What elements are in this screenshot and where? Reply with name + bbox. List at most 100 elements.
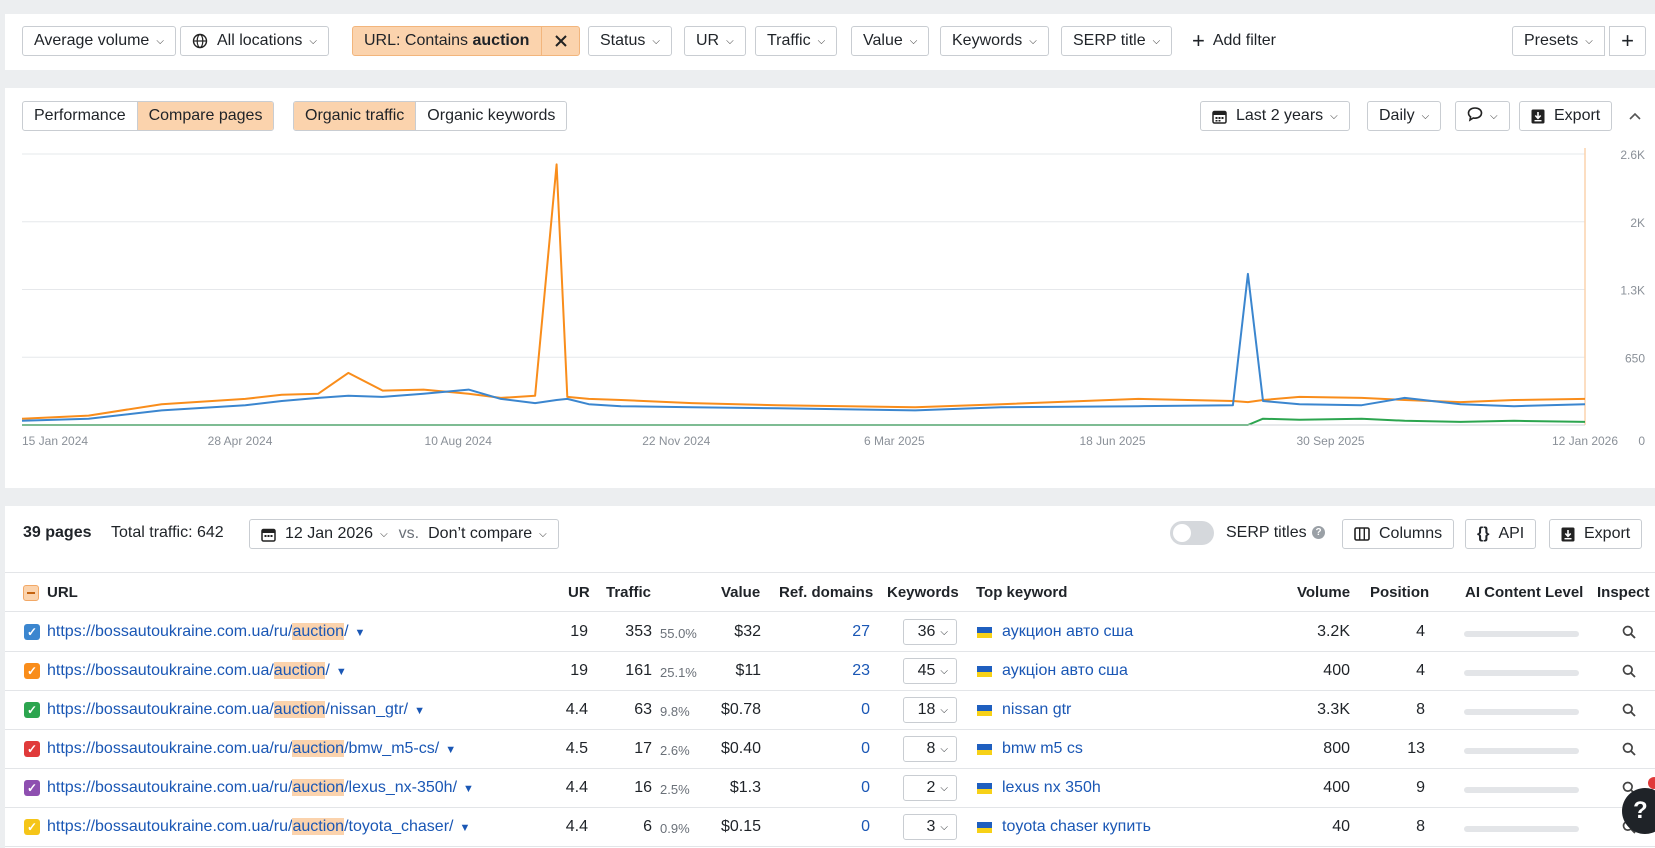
caret-down-icon[interactable]: ▼ [463,783,474,795]
top-keyword-link[interactable]: аукцион авто сша [1002,623,1133,641]
status-dropdown[interactable]: Status ⌵ [588,26,672,56]
caret-down-icon[interactable]: ▼ [445,744,456,756]
help-circle-icon[interactable]: ? [1312,526,1325,539]
close-icon[interactable] [541,27,579,55]
page-url-link[interactable]: https://bossautoukraine.com.ua/ru/auctio… [47,740,456,758]
search-icon[interactable] [1622,664,1636,683]
header-url[interactable]: URL [47,584,78,601]
keywords-dropdown[interactable]: 45 ⌵ [903,658,957,684]
row-checkbox[interactable]: ✓ [24,819,40,835]
header-volume[interactable]: Volume [1297,584,1350,601]
traffic-dropdown[interactable]: Traffic ⌵ [755,26,838,56]
y-tick-label: 1.3K [1620,284,1645,298]
columns-icon [1354,527,1370,541]
add-filter-button[interactable]: + Add filter [1192,30,1276,52]
select-all-checkbox[interactable] [23,585,39,601]
average-volume-dropdown[interactable]: Average volume ⌵ [22,26,176,56]
top-keyword-link[interactable]: bmw m5 cs [1002,740,1083,758]
annotations-dropdown[interactable]: ⌵ [1455,101,1510,131]
serp-title-dropdown[interactable]: SERP title ⌵ [1061,26,1173,56]
organic-keywords-tab[interactable]: Organic keywords [415,102,566,130]
header-keywords[interactable]: Keywords [887,584,959,601]
value-amount: $0.15 [720,818,761,835]
braces-icon: {} [1477,525,1490,542]
caret-down-icon[interactable]: ▼ [336,666,347,678]
ref-domains-link[interactable]: 27 [805,623,870,641]
ref-domains-link[interactable]: 0 [805,740,870,758]
row-checkbox[interactable]: ✓ [24,702,40,718]
page-url-link[interactable]: https://bossautoukraine.com.ua/ru/auctio… [47,779,474,797]
keywords-dropdown[interactable]: 3 ⌵ [903,814,957,840]
search-icon[interactable] [1622,703,1636,722]
header-value[interactable]: Value [721,584,760,601]
row-checkbox[interactable]: ✓ [24,741,40,757]
period-dropdown[interactable]: Last 2 years ⌵ [1200,101,1350,131]
compare-pages-tab[interactable]: Compare pages [136,102,274,130]
traffic-value: 161 [625,662,652,679]
serp-titles-toggle[interactable] [1170,521,1214,545]
organic-traffic-tab[interactable]: Organic traffic [294,102,416,130]
value-dropdown[interactable]: Value ⌵ [851,26,930,56]
header-ai-content-level[interactable]: AI Content Level [1465,584,1583,601]
chart-export-button[interactable]: Export [1519,101,1613,131]
columns-label: Columns [1379,525,1443,542]
row-checkbox[interactable]: ✓ [24,624,40,640]
position-value: 13 [1407,740,1425,757]
ur-dropdown[interactable]: UR ⌵ [684,26,746,56]
page-url-link[interactable]: https://bossautoukraine.com.ua/auction/n… [47,701,425,719]
date-compare-dropdown[interactable]: 12 Jan 2026 ⌵ vs. Don’t compare ⌵ [249,519,559,549]
chevron-down-icon: ⌵ [909,35,918,47]
caret-down-icon[interactable]: ▼ [355,627,366,639]
top-keyword-link[interactable]: lexus nx 350h [1002,779,1101,797]
top-keyword-link[interactable]: nissan gtr [1002,701,1071,719]
ref-domains-link[interactable]: 0 [805,818,870,836]
chevron-down-icon: ⌵ [940,626,948,638]
chevron-down-icon: ⌵ [380,528,388,540]
keywords-dropdown[interactable]: 8 ⌵ [903,736,957,762]
ref-domains-link[interactable]: 0 [805,701,870,719]
ref-domains-link[interactable]: 23 [805,662,870,680]
collapse-chart-button[interactable] [1628,108,1642,126]
search-icon[interactable] [1622,742,1636,761]
chevron-down-icon: ⌵ [940,782,948,794]
url-filter-chip[interactable]: URL: Contains auction [352,26,581,56]
top-keyword-link[interactable]: toyota chaser купить [1002,818,1151,836]
header-ref-domains[interactable]: Ref. domains [779,584,873,601]
columns-button[interactable]: Columns [1342,519,1455,549]
table-row: ✓ https://bossautoukraine.com.ua/ru/aucti… [5,808,1655,847]
search-icon[interactable] [1622,625,1636,644]
interval-label: Daily [1379,107,1415,124]
row-checkbox[interactable]: ✓ [24,663,40,679]
ai-content-bar [1464,709,1579,715]
caret-down-icon[interactable]: ▼ [414,705,425,717]
keywords-dropdown[interactable]: 2 ⌵ [903,775,957,801]
top-keyword-link[interactable]: аукціон авто сша [1002,662,1128,680]
keywords-dropdown[interactable]: Keywords ⌵ [940,26,1049,56]
url-filter-value: auction [472,32,530,49]
interval-dropdown[interactable]: Daily ⌵ [1367,101,1442,131]
ref-domains-link[interactable]: 0 [805,779,870,797]
presets-dropdown[interactable]: Presets ⌵ [1512,26,1605,56]
page-url-link[interactable]: https://bossautoukraine.com.ua/ru/auctio… [47,623,365,641]
page-url-link[interactable]: https://bossautoukraine.com.ua/ru/auctio… [47,818,470,836]
value-amount: $0.40 [720,740,761,757]
header-top-keyword[interactable]: Top keyword [976,584,1067,601]
header-traffic[interactable]: Traffic [606,584,651,601]
caret-down-icon[interactable]: ▼ [459,822,470,834]
table-export-button[interactable]: Export [1549,519,1643,549]
header-position[interactable]: Position [1370,584,1429,601]
keywords-dropdown[interactable]: 18 ⌵ [903,697,957,723]
volume-value: 400 [1323,662,1350,679]
performance-tab[interactable]: Performance [23,102,137,130]
keywords-dropdown[interactable]: 36 ⌵ [903,619,957,645]
locations-dropdown[interactable]: All locations ⌵ [180,26,329,56]
header-ur[interactable]: UR [568,584,590,601]
page-url-link[interactable]: https://bossautoukraine.com.ua/auction/ ▼ [47,662,347,680]
api-button[interactable]: {} API [1465,519,1537,549]
row-checkbox[interactable]: ✓ [24,780,40,796]
locations-label: All locations [217,32,303,49]
chevron-down-icon: ⌵ [1029,35,1037,47]
keywords-count: 45 [917,662,936,679]
x-tick-label: 30 Sep 2025 [1297,434,1365,448]
add-preset-button[interactable]: + [1609,26,1646,56]
